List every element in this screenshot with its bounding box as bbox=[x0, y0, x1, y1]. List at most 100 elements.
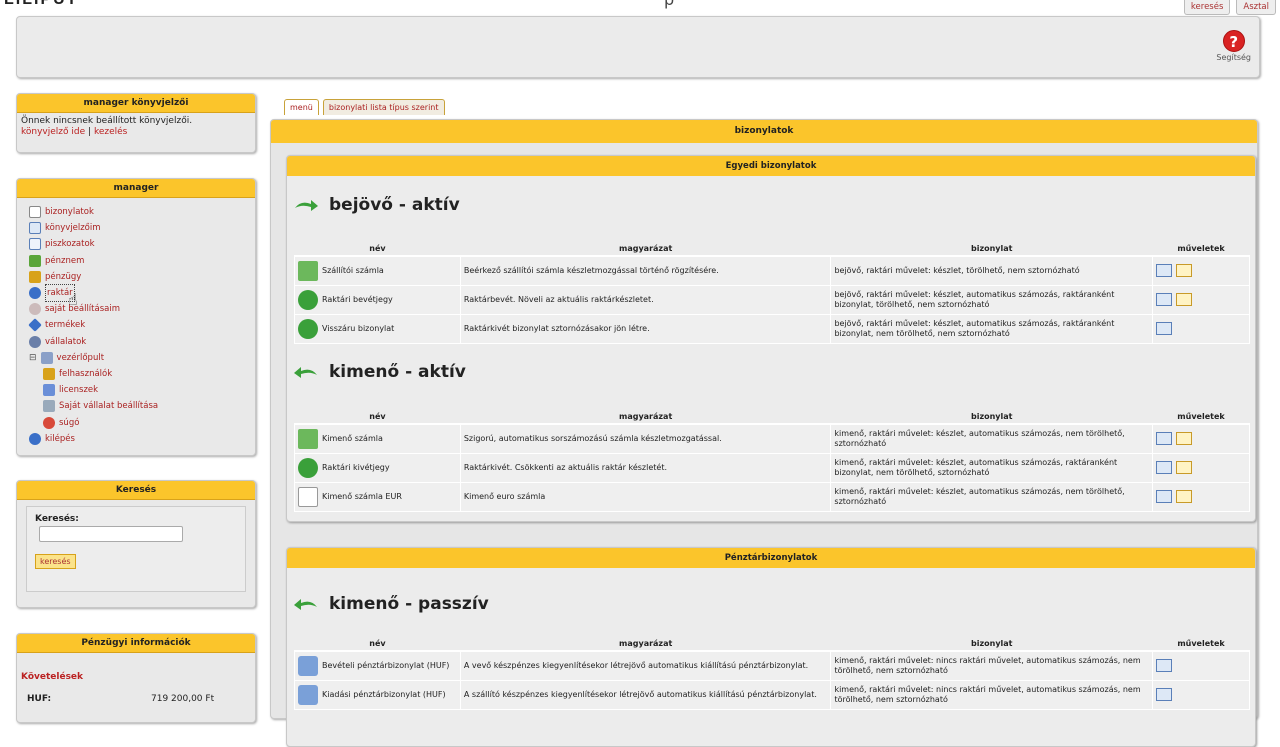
col-header-doc: bizonylat bbox=[830, 242, 1153, 257]
table-kimeno-aktiv: név magyarázat bizonylat műveletek Kimenő s… bbox=[294, 410, 1250, 512]
doc-desc: Beérkező szállítói számla készletmozgáss… bbox=[459, 255, 832, 286]
manager-box: manager bizonylatok könyvjelzőim piszkoz… bbox=[16, 178, 256, 456]
search-box: Keresés Keresés: keresés bbox=[16, 480, 256, 608]
finance-amount: 719 200,00 Ft bbox=[151, 694, 215, 704]
nav-item-bizonylatok[interactable]: bizonylatok bbox=[29, 204, 255, 220]
search-button[interactable]: keresés bbox=[35, 554, 76, 569]
search-title: Keresés bbox=[17, 481, 255, 500]
list-icon[interactable] bbox=[1156, 432, 1173, 446]
new-doc-icon[interactable] bbox=[1176, 264, 1193, 278]
section-egyedi-title: Egyedi bizonylatok bbox=[287, 156, 1255, 176]
nav-subitem-sajat-vallalat[interactable]: Saját vállalat beállítása bbox=[29, 398, 255, 414]
license-icon bbox=[43, 384, 55, 397]
nav-item-piszkozatok[interactable]: piszkozatok bbox=[29, 236, 255, 252]
list-icon[interactable] bbox=[1156, 490, 1173, 503]
nav-item-vezerlopult[interactable]: ⊟ vezérlőpult bbox=[29, 350, 255, 366]
table-row: Kimenő számla Szigorú, automatikus sorsz… bbox=[294, 423, 1250, 454]
nav-item-konyvjelzoim[interactable]: könyvjelzőim bbox=[29, 220, 255, 236]
manager-title: manager bbox=[17, 179, 255, 198]
product-icon bbox=[28, 318, 42, 333]
doc-name: Szállítói számla bbox=[322, 265, 384, 275]
tab-menu[interactable]: menü bbox=[284, 99, 319, 115]
new-doc-icon[interactable] bbox=[1176, 432, 1193, 446]
list-icon[interactable] bbox=[1156, 659, 1173, 673]
col-header-actions: műveletek bbox=[1152, 410, 1250, 425]
bookmark-icon bbox=[29, 222, 41, 235]
search-input[interactable] bbox=[39, 526, 183, 542]
help-button[interactable]: ? Segítség bbox=[1216, 30, 1251, 62]
nav-item-kilepes[interactable]: kilépés bbox=[29, 431, 255, 447]
warehouse-icon bbox=[29, 287, 41, 300]
header-banner: ? Segítség bbox=[16, 16, 1260, 78]
col-header-actions: műveletek bbox=[1152, 637, 1250, 652]
nav-subitem-sugo[interactable]: súgó bbox=[29, 414, 255, 430]
section-penztar-title: Pénztárbizonylatok bbox=[287, 548, 1255, 568]
table-kimeno-passziv: név magyarázat bizonylat műveletek Bevételi… bbox=[294, 637, 1250, 710]
list-icon[interactable] bbox=[1156, 461, 1173, 474]
nav-item-termekek[interactable]: termékek bbox=[28, 317, 255, 333]
top-tab-desktop[interactable]: Asztal bbox=[1236, 0, 1276, 15]
currency-icon bbox=[29, 254, 41, 267]
new-doc-icon[interactable] bbox=[1176, 490, 1193, 503]
table-row: Bevételi pénztárbizonylat (HUF) A vevő k… bbox=[294, 650, 1250, 681]
arrow-left-icon bbox=[294, 599, 317, 610]
bookmarks-box: manager könyvjelzői Önnek nincsnek beáll… bbox=[16, 93, 256, 153]
list-icon[interactable] bbox=[1156, 322, 1173, 335]
new-doc-icon[interactable] bbox=[1176, 293, 1193, 306]
nav-item-penznem[interactable]: pénznem bbox=[29, 253, 255, 269]
manager-nav: bizonylatok könyvjelzőim piszkozatok pén… bbox=[17, 198, 255, 447]
col-header-actions: műveletek bbox=[1152, 242, 1250, 257]
doc-desc: Raktárkivét. Csökkenti az aktuális raktá… bbox=[459, 452, 832, 483]
nav-item-sajat-beallitasaim[interactable]: saját beállításaim bbox=[29, 301, 255, 317]
top-tab-search[interactable]: keresés bbox=[1183, 0, 1231, 15]
doc-info: bejövő, raktári művelet: készlet, automa… bbox=[830, 313, 1154, 344]
section-penztar: Pénztárbizonylatok kimenő - passzív név m… bbox=[286, 547, 1256, 747]
nav-item-vallalatok[interactable]: vállalatok bbox=[29, 334, 255, 350]
finance-subtitle: Követelések bbox=[21, 672, 84, 682]
arrow-right-icon bbox=[295, 200, 318, 211]
nav-subitem-licenszek[interactable]: licenszek bbox=[29, 382, 255, 398]
page-title: p bbox=[664, 0, 674, 9]
nav-subitem-felhasznalok[interactable]: felhasználók bbox=[29, 366, 255, 382]
doc-info: kimenő, raktári művelet: készlet, automa… bbox=[830, 481, 1154, 512]
draft-icon bbox=[29, 238, 41, 251]
group-title: kimenő - passzív bbox=[329, 594, 489, 614]
cash-out-icon bbox=[298, 684, 318, 705]
col-header-desc: magyarázat bbox=[460, 410, 831, 425]
bookmark-here-link[interactable]: könyvjelző ide bbox=[21, 127, 85, 137]
tab-list-by-type[interactable]: bizonylati lista típus szerint bbox=[322, 99, 445, 115]
doc-name: Bevételi pénztárbizonylat (HUF) bbox=[322, 660, 450, 670]
nav-item-raktar[interactable]: raktár bbox=[29, 284, 255, 303]
new-doc-icon[interactable] bbox=[1176, 461, 1193, 474]
help-small-icon bbox=[43, 416, 55, 429]
doc-name: Kimenő számla EUR bbox=[322, 491, 402, 501]
nav-item-penzugy[interactable]: pénzügy bbox=[29, 269, 255, 285]
blank-document-icon bbox=[298, 486, 318, 507]
doc-info: bejövő, raktári művelet: készlet, automa… bbox=[830, 284, 1154, 315]
group-title: kimenő - aktív bbox=[329, 362, 466, 382]
top-tabs: keresés Asztal bbox=[1183, 0, 1276, 15]
list-icon[interactable] bbox=[1156, 264, 1173, 278]
group-bejovo-aktiv: bejövő - aktív bbox=[293, 195, 460, 215]
doc-desc: Kimenő euro számla bbox=[459, 481, 832, 512]
list-icon[interactable] bbox=[1156, 293, 1173, 306]
collapse-toggle-icon[interactable]: ⊟ bbox=[29, 350, 37, 366]
table-row: Raktári kivétjegy Raktárkivét. Csökkenti… bbox=[294, 452, 1250, 483]
finance-currency: HUF: bbox=[27, 694, 52, 704]
doc-info: kimenő, raktári művelet: nincs raktári m… bbox=[830, 650, 1154, 681]
doc-info: kimenő, raktári művelet: készlet, automa… bbox=[830, 452, 1154, 483]
finance-box: Pénzügyi információk Követelések HUF: 719… bbox=[16, 633, 256, 723]
section-egyedi: Egyedi bizonylatok bejövő - aktív név mag… bbox=[286, 155, 1256, 522]
company-settings-icon bbox=[43, 400, 55, 413]
doc-desc: A vevő készpénzes kiegyenlítésekor létre… bbox=[459, 650, 832, 681]
group-kimeno-passziv: kimenő - passzív bbox=[293, 594, 489, 614]
arrow-left-icon bbox=[294, 367, 317, 378]
col-header-desc: magyarázat bbox=[460, 637, 831, 652]
company-icon bbox=[29, 335, 41, 348]
bookmarks-manage-link[interactable]: kezelés bbox=[94, 127, 127, 137]
col-header-desc: magyarázat bbox=[460, 242, 831, 257]
table-row: Visszáru bizonylat Raktárkivét bizonylat… bbox=[294, 313, 1250, 344]
help-icon: ? bbox=[1222, 30, 1245, 52]
list-icon[interactable] bbox=[1156, 688, 1173, 701]
doc-desc: Raktárkivét bizonylat sztornózásakor jön… bbox=[459, 313, 832, 344]
